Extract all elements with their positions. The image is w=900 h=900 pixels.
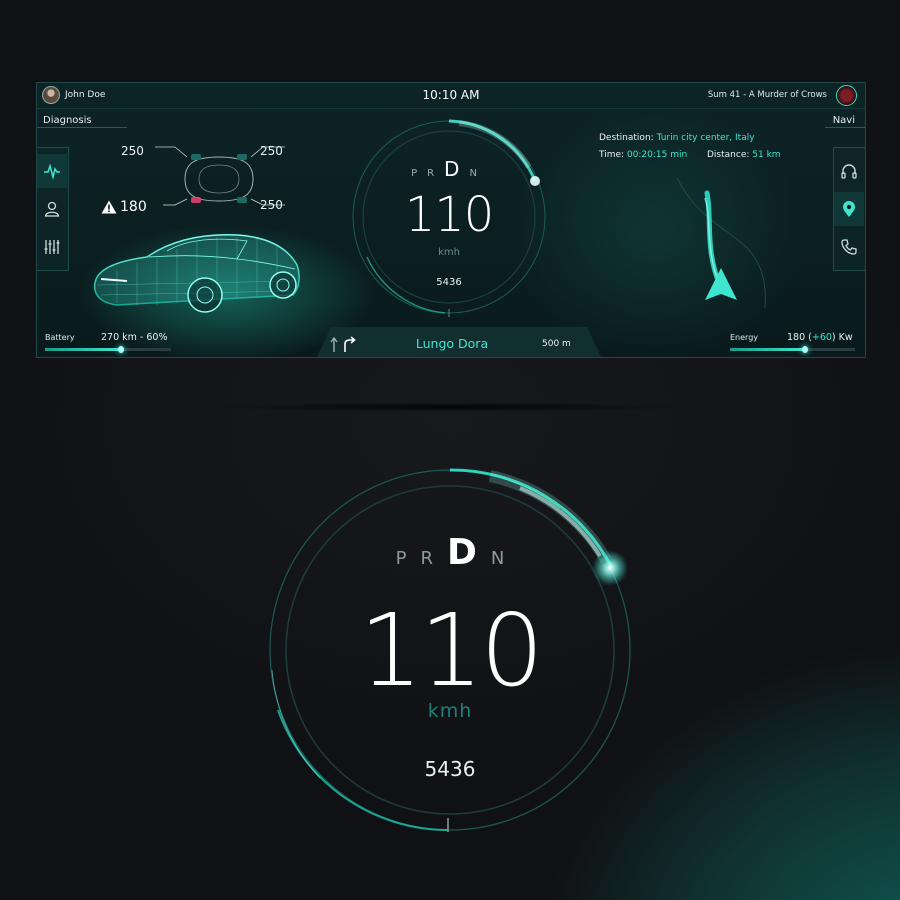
- battery-bar-fill: [45, 346, 124, 353]
- route-map: [676, 178, 766, 308]
- gear-d[interactable]: D: [447, 532, 491, 573]
- gear-r-small: R: [427, 168, 445, 179]
- user-icon: [44, 201, 60, 217]
- now-playing[interactable]: Sum 41 - A Murder of Crows: [708, 90, 827, 100]
- energy-bar: [730, 346, 855, 353]
- speedometer-small: PRDN 110 kmh 5436: [349, 117, 549, 317]
- speed-unit-small: kmh: [438, 247, 460, 258]
- energy-value-delta: +60: [811, 332, 832, 343]
- section-divider: [210, 402, 690, 412]
- odometer: 5436: [424, 757, 476, 781]
- gear-n-small: N: [469, 168, 487, 179]
- distance-value: 51 km: [752, 150, 781, 160]
- battery-label: Battery: [45, 333, 75, 342]
- location-pin-icon: [843, 201, 855, 217]
- time-label: Time:: [599, 150, 625, 160]
- sliders-icon: [44, 240, 60, 254]
- distance-label: Distance:: [707, 150, 750, 160]
- nav-profile-button[interactable]: [37, 192, 67, 226]
- tire-warning[interactable]: 180: [101, 199, 147, 215]
- turn-distance: 500 m: [542, 339, 571, 349]
- time-line: Time: 00:20:15 min: [599, 150, 687, 160]
- diagnosis-label[interactable]: Diagnosis: [43, 115, 92, 126]
- car-wireframe: [93, 234, 300, 313]
- gear-d-small: D: [444, 157, 470, 181]
- destination-line: Destination: Turin city center, Italy: [599, 133, 755, 143]
- destination-value[interactable]: Turin city center, Italy: [657, 133, 755, 143]
- distance-line: Distance: 51 km: [707, 150, 781, 160]
- pulse-icon: [44, 163, 60, 180]
- navi-underline: [825, 127, 865, 128]
- street-name: Lungo Dora: [415, 336, 489, 351]
- energy-value-suffix: ) Kw: [831, 332, 853, 343]
- nav-navigation-button[interactable]: [834, 192, 864, 226]
- navigation-arrow-icon: [705, 268, 737, 300]
- gear-n[interactable]: N: [491, 548, 518, 569]
- time-value: 00:20:15 min: [626, 150, 688, 160]
- tire-rear-right: 250: [260, 198, 283, 212]
- dashboard-panel: John Doe 10:10 AM Sum 41 - A Murder of C…: [36, 82, 866, 358]
- right-side-nav: [833, 147, 865, 271]
- nav-diagnosis-button[interactable]: [37, 154, 67, 188]
- left-side-nav: [37, 147, 69, 271]
- phone-icon: [841, 239, 857, 255]
- warning-icon: [101, 200, 117, 214]
- nav-settings-button[interactable]: [37, 230, 67, 264]
- album-art-icon[interactable]: [836, 85, 857, 106]
- turn-right-icon: [330, 336, 356, 352]
- energy-value: 180 (+60) Kw: [787, 332, 853, 343]
- tire-rear-left: 180: [120, 199, 147, 215]
- gear-p-small: P: [411, 168, 428, 179]
- odometer-small: 5436: [436, 277, 462, 288]
- top-bar: John Doe 10:10 AM Sum 41 - A Murder of C…: [37, 83, 865, 109]
- battery-value: 270 km - 60%: [101, 332, 168, 343]
- speed-value-small: 110: [404, 187, 495, 243]
- destination-label: Destination:: [599, 133, 654, 143]
- nav-media-button[interactable]: [834, 154, 864, 188]
- gear-r[interactable]: R: [420, 548, 447, 569]
- gear-p[interactable]: P: [396, 548, 421, 569]
- headphones-icon: [841, 164, 857, 179]
- battery-bar: [45, 346, 171, 353]
- navi-label[interactable]: Navi: [833, 115, 855, 126]
- gear-selector-small: PRDN: [349, 157, 549, 181]
- speed-value: 110: [359, 592, 544, 709]
- energy-value-prefix: 180 (: [787, 332, 812, 343]
- diagnosis-underline: [37, 127, 127, 128]
- speedometer-large: PRDN 110 kmh 5436: [260, 460, 640, 840]
- gear-selector-large[interactable]: PRDN: [260, 532, 640, 573]
- tire-front-right: 250: [260, 144, 283, 158]
- energy-bar-fill: [730, 346, 808, 353]
- speed-unit: kmh: [427, 700, 473, 722]
- nav-phone-button[interactable]: [834, 230, 864, 264]
- tire-front-left: 250: [121, 144, 144, 158]
- energy-label: Energy: [730, 333, 759, 342]
